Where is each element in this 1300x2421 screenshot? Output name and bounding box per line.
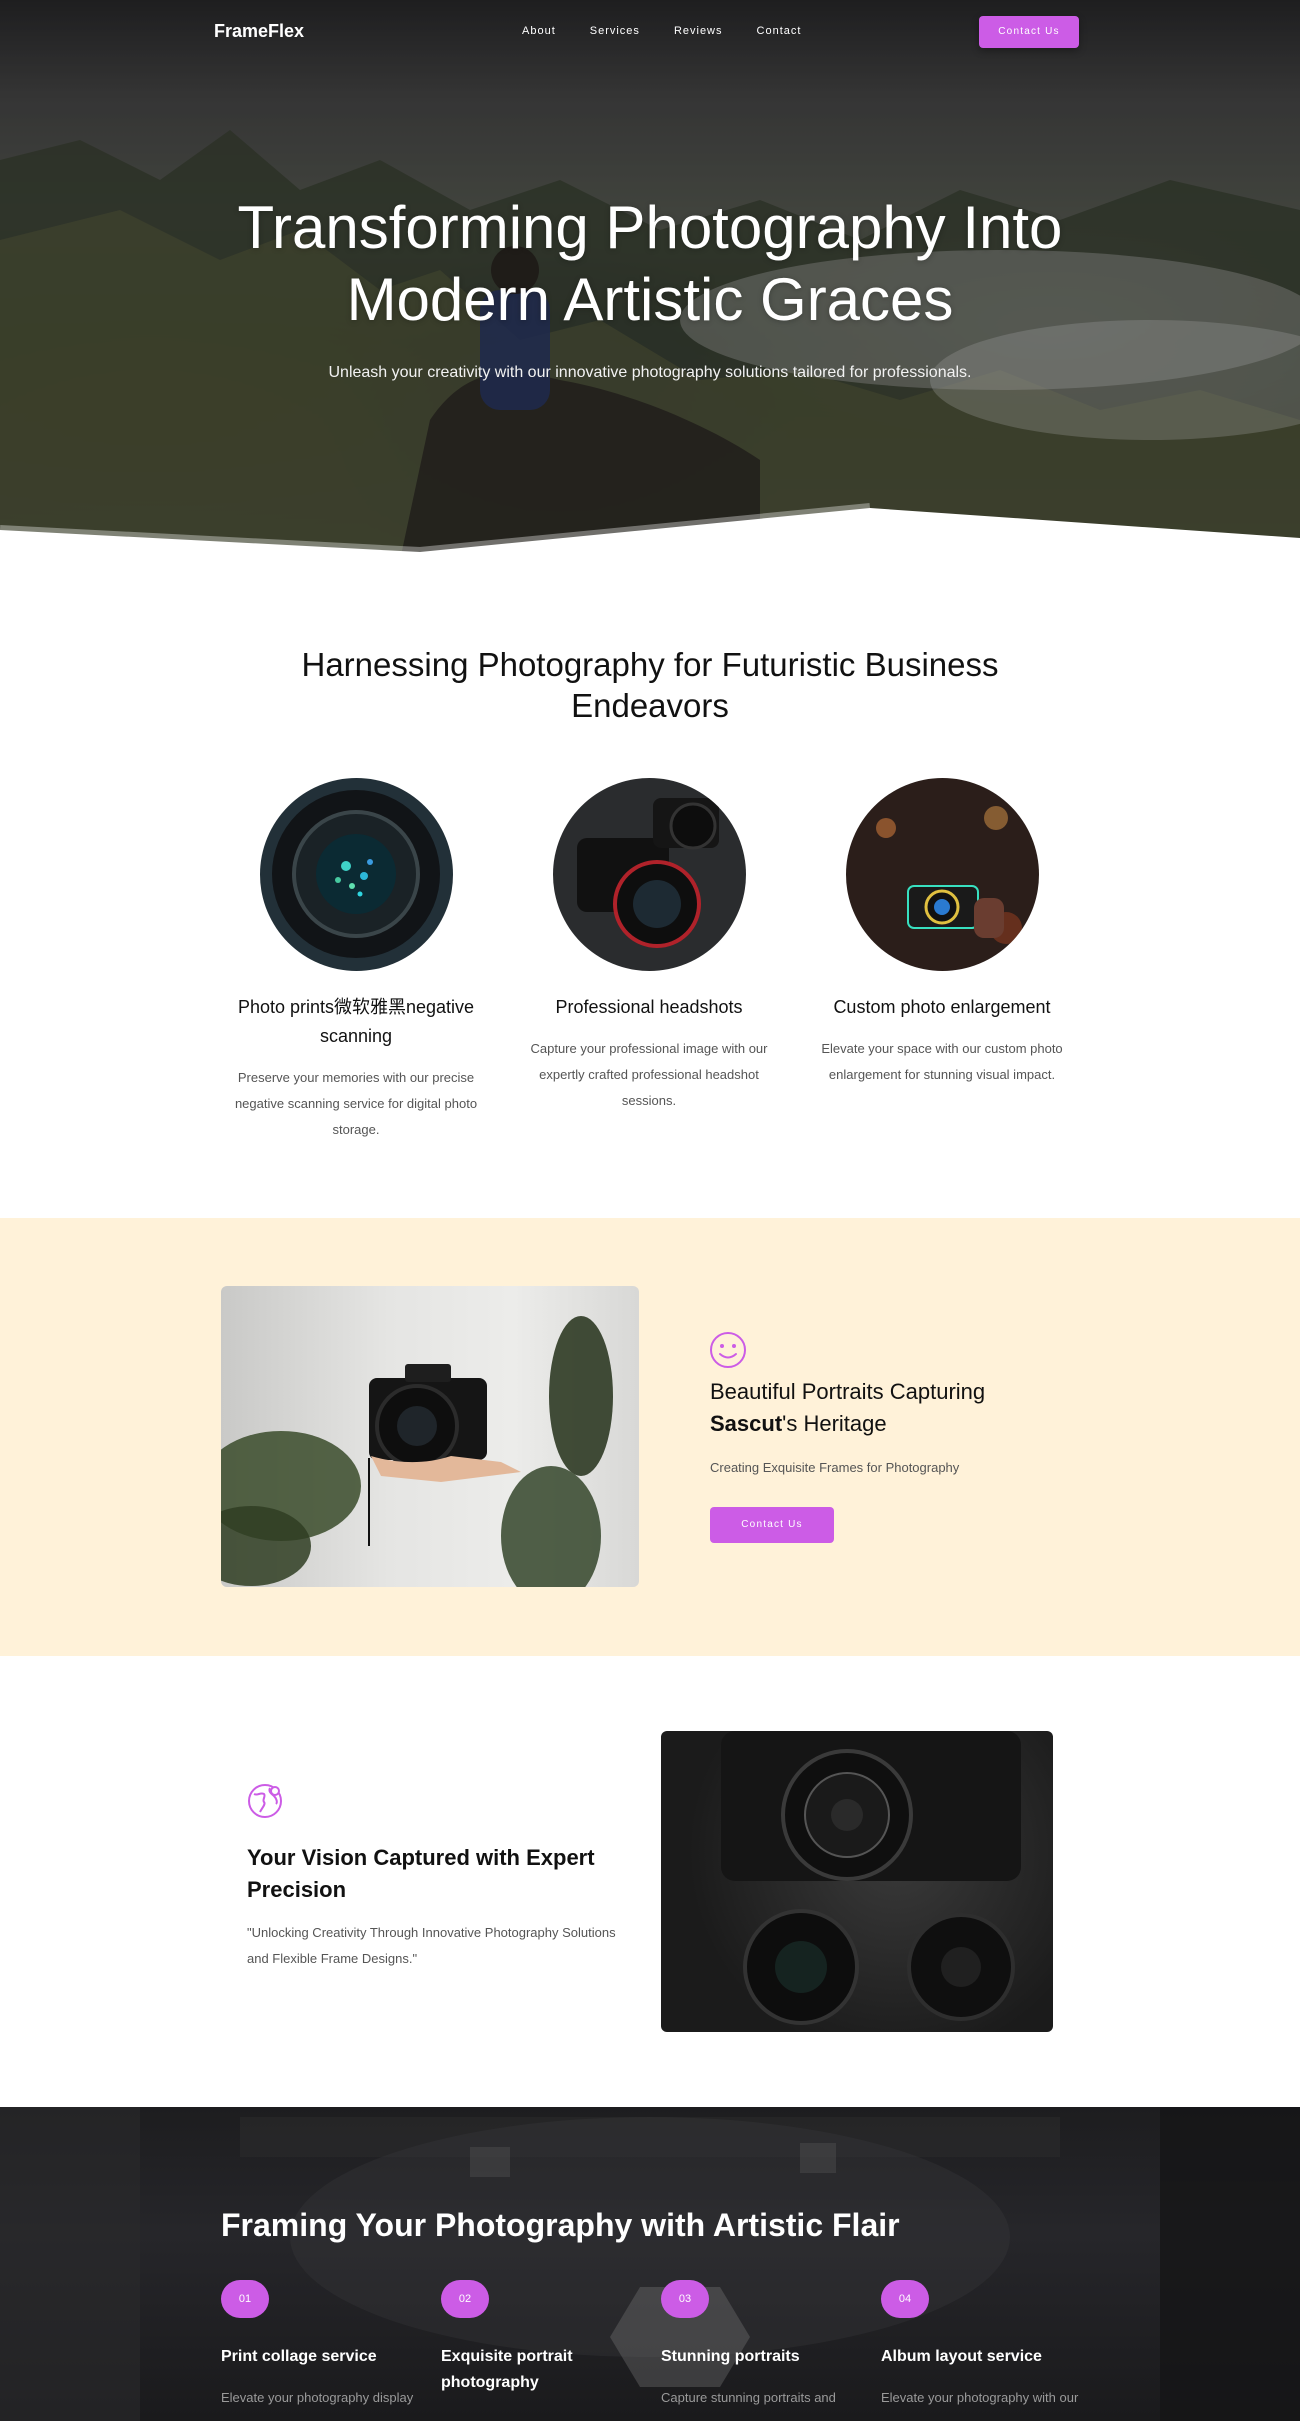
step-description: Elevate your photography with our [881,2390,1079,2405]
service-description: Capture your professional image with our… [530,1041,768,1108]
nav-links: About Services Reviews Contact [522,25,835,37]
services-title: Harnessing Photography for Futuristic Bu… [301,646,999,724]
hero-angled-divider [0,503,1300,552]
framing-background-image [0,2107,1300,2421]
service-image-neon-camera [845,778,1039,971]
service-name: Professional headshots [555,997,743,1017]
service-card-enlargement: Custom photo enlargement Elevate your sp… [812,778,1072,1088]
framing-title: Framing Your Photography with Artistic F… [221,2207,900,2243]
step-title: Stunning portraits [661,2348,800,2365]
service-image-cameras [552,778,746,971]
step-title: Album layout service [881,2348,1042,2365]
step-card-4: 04 Album layout service Elevate your pho… [881,2280,1081,2408]
hero-title: Transforming Photography Into Modern Art… [237,194,1063,333]
feature-image-hand-camera [221,1286,639,1587]
step-number-badge: 04 [881,2280,929,2318]
step-number-badge: 02 [441,2280,489,2318]
service-image-lens [259,778,453,971]
feature-contact-button[interactable]: Contact Us [710,1507,834,1543]
step-card-2: 02 Exquisite portrait photography [441,2280,641,2414]
nav-link-services[interactable]: Services [590,25,640,37]
smiley-icon [710,1332,746,1368]
feature-title-suffix: 's Heritage [782,1411,887,1436]
top-navigation: FrameFlex About Services Reviews Contact… [0,16,1300,50]
feature-subtitle: Creating Exquisite Frames for Photograph… [710,1460,960,1475]
step-title: Exquisite portrait photography [441,2348,573,2391]
step-number-badge: 03 [661,2280,709,2318]
hero-subtitle: Unleash your creativity with our innovat… [328,364,972,381]
hero-section: FrameFlex About Services Reviews Contact… [0,0,1300,552]
step-number-badge: 01 [221,2280,269,2318]
step-description: Capture stunning portraits and [661,2390,836,2405]
feature-title: Beautiful Portraits Capturing Sascut's He… [710,1376,1070,1440]
vision-quote: "Unlocking Creativity Through Innovative… [247,1925,616,1966]
step-title: Print collage service [221,2348,377,2365]
step-card-3: 03 Stunning portraits Capture stunning p… [661,2280,861,2408]
service-name: Photo prints微软雅黑negative scanning [237,997,475,1046]
service-name: Custom photo enlargement [833,997,1051,1017]
vision-image-camera-lenses [661,1731,1053,2032]
service-card-negative-scanning: Photo prints微软雅黑negative scanning Preser… [226,778,486,1143]
service-description: Elevate your space with our custom photo… [821,1041,1063,1082]
brand-logo[interactable]: FrameFlex [214,21,304,42]
feature-title-bold: Sascut [710,1411,783,1436]
vision-title: Your Vision Captured with Expert Precisi… [247,1845,595,1902]
service-description: Preserve your memories with our precise … [234,1070,478,1137]
step-card-1: 01 Print collage service Elevate your ph… [221,2280,421,2408]
feature-title-prefix: Beautiful Portraits Capturing [710,1379,986,1404]
nav-link-contact[interactable]: Contact [757,25,802,37]
service-card-headshots: Professional headshots Capture your prof… [519,778,779,1114]
portrait-feature-section [0,1218,1300,1656]
globe-icon [248,1784,282,1818]
framing-section [0,2107,1300,2421]
nav-link-reviews[interactable]: Reviews [674,25,723,37]
nav-contact-button[interactable]: Contact Us [979,16,1079,48]
step-description: Elevate your photography display [221,2390,414,2405]
nav-link-about[interactable]: About [522,25,556,37]
